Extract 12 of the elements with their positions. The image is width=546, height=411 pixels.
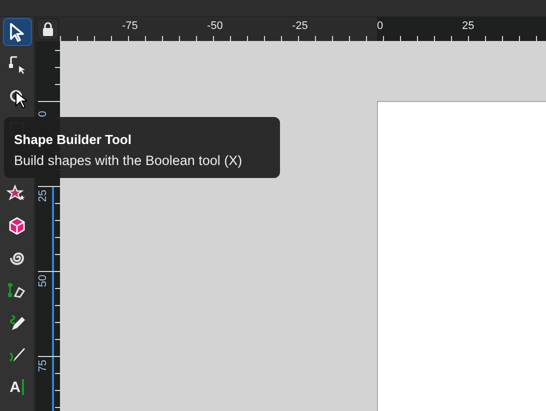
ruler-label: -50: [207, 20, 223, 32]
ruler-label: 50: [37, 274, 49, 287]
ruler-label: -25: [292, 20, 308, 32]
ruler-label: 75: [37, 360, 49, 372]
ruler-label: 25: [462, 20, 474, 32]
text-tool-button[interactable]: A: [2, 373, 32, 402]
tooltip-title: Shape Builder Tool: [14, 132, 132, 147]
ruler-label: 0: [377, 20, 384, 32]
ruler-label: 0: [37, 110, 49, 117]
ruler-label: 25: [37, 190, 49, 202]
ruler-label: -75: [122, 20, 138, 32]
tooltip-description: Build shapes with the Boolean tool (X): [14, 153, 244, 168]
